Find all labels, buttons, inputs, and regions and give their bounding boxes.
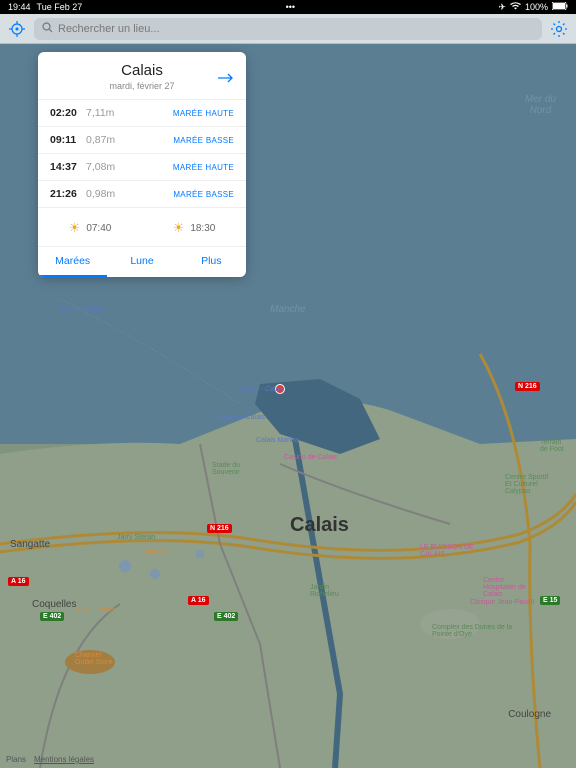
sunset-time: 18:30 <box>190 223 215 234</box>
tide-height: 7,11m <box>86 107 173 119</box>
road-badge-e402-1: E 402 <box>214 612 238 621</box>
poi-jph: Clinique Jean-Paul II <box>470 599 535 606</box>
attribution-legal[interactable]: Mentions légales <box>34 755 94 764</box>
battery-icon <box>552 2 568 12</box>
search-placeholder: Rechercher un lieu... <box>58 23 160 35</box>
poi-casino: Casino de Calais <box>284 454 337 461</box>
tide-time: 02:20 <box>50 107 86 119</box>
tide-type: MARÉE BASSE <box>173 136 234 145</box>
search-input[interactable]: Rechercher un lieu... <box>34 18 542 40</box>
poi-terrain: Terrain de Foot <box>540 439 564 453</box>
sunrise-icon: ☀ <box>69 220 81 236</box>
tab-lune[interactable]: Lune <box>107 247 176 277</box>
tide-height: 0,87m <box>86 134 173 146</box>
tide-row: 02:20 7,11m MARÉE HAUTE <box>38 99 246 126</box>
city-label-sangatte: Sangatte <box>10 539 50 550</box>
attribution: Plans Mentions légales <box>6 755 94 764</box>
poi-plage: Plage de Calais <box>216 414 265 421</box>
location-icon: ✈ <box>498 2 506 13</box>
sunrise: ☀ 07:40 <box>69 220 112 236</box>
next-day-button[interactable] <box>218 70 234 88</box>
sunset-icon: ☀ <box>173 220 185 236</box>
tide-row: 21:26 0,98m MARÉE BASSE <box>38 180 246 207</box>
tide-row: 14:37 7,08m MARÉE HAUTE <box>38 153 246 180</box>
road-badge-a16-1: A 16 <box>188 596 209 605</box>
battery-pct: 100% <box>525 2 548 12</box>
road-badge-a16-2: A 16 <box>8 577 29 586</box>
sea-label-north: Mer du Nord <box>525 94 556 116</box>
poi-hospitalier: Centre Hospitalier de Calais <box>483 577 526 598</box>
tide-time: 09:11 <box>50 134 86 146</box>
poi-auchan: Auchan <box>145 549 169 556</box>
settings-button[interactable] <box>548 18 570 40</box>
status-date: Tue Feb 27 <box>37 2 83 12</box>
card-tabs: Marées Lune Plus <box>38 246 246 277</box>
sun-row: ☀ 07:40 ☀ 18:30 <box>38 207 246 246</box>
toolbar: Rechercher un lieu... <box>0 14 576 44</box>
tide-type: MARÉE HAUTE <box>173 109 234 118</box>
poi-dover2: Dover - Calais <box>240 386 284 393</box>
wifi-icon <box>510 2 521 12</box>
poi-jericho: Jardin Richelieu <box>310 584 339 598</box>
poi-channel: Channel Outlet Store <box>75 652 112 666</box>
poi-cite: Cité Europé <box>78 607 115 614</box>
sunset: ☀ 18:30 <box>173 220 216 236</box>
card-date: mardi, février 27 <box>50 81 234 91</box>
tide-card: Calais mardi, février 27 02:20 7,11m MAR… <box>38 52 246 277</box>
poi-dunes: Complex des Dunes de la Pointe d'Oye <box>432 624 512 638</box>
card-title: Calais <box>50 62 234 79</box>
road-badge-e15: E 15 <box>540 596 560 605</box>
city-label-coulogne: Coulogne <box>508 709 551 720</box>
road-badge-e402-2: E 402 <box>40 612 64 621</box>
poi-dover1: Dover - Calais <box>60 306 104 313</box>
tide-time: 21:26 <box>50 188 86 200</box>
tide-time: 14:37 <box>50 161 86 173</box>
status-dots: ••• <box>286 2 295 12</box>
tide-type: MARÉE HAUTE <box>173 163 234 172</box>
status-time: 19:44 <box>8 2 31 12</box>
search-icon <box>42 22 53 36</box>
locate-button[interactable] <box>6 18 28 40</box>
attribution-plans: Plans <box>6 755 26 764</box>
status-bar: 19:44 Tue Feb 27 ••• ✈ 100% <box>0 0 576 14</box>
poi-jarry: Jarry Steran <box>117 534 155 541</box>
tide-type: MARÉE BASSE <box>173 190 234 199</box>
sea-label-channel: Manche <box>270 304 306 315</box>
tide-height: 7,08m <box>86 161 173 173</box>
tide-row: 09:11 0,87m MARÉE BASSE <box>38 126 246 153</box>
city-label-main: Calais <box>290 514 349 537</box>
card-header: Calais mardi, février 27 <box>38 52 246 99</box>
road-badge-n216-2: N 216 <box>207 524 232 533</box>
road-badge-n216-1: N 216 <box>515 382 540 391</box>
sunrise-time: 07:40 <box>86 223 111 234</box>
poi-centre: Centre Sportif Et Culturel Calypso <box>505 474 548 495</box>
poi-marina: Calais Marina <box>256 437 299 444</box>
poi-buisson: LE BUISSON DE CALAIS <box>420 544 474 558</box>
city-label-coquelles: Coquelles <box>32 599 76 610</box>
poi-stade: Stade du Souvenir <box>212 462 240 476</box>
tide-height: 0,98m <box>86 188 173 200</box>
tab-marees[interactable]: Marées <box>38 247 107 277</box>
tab-plus[interactable]: Plus <box>177 247 246 277</box>
